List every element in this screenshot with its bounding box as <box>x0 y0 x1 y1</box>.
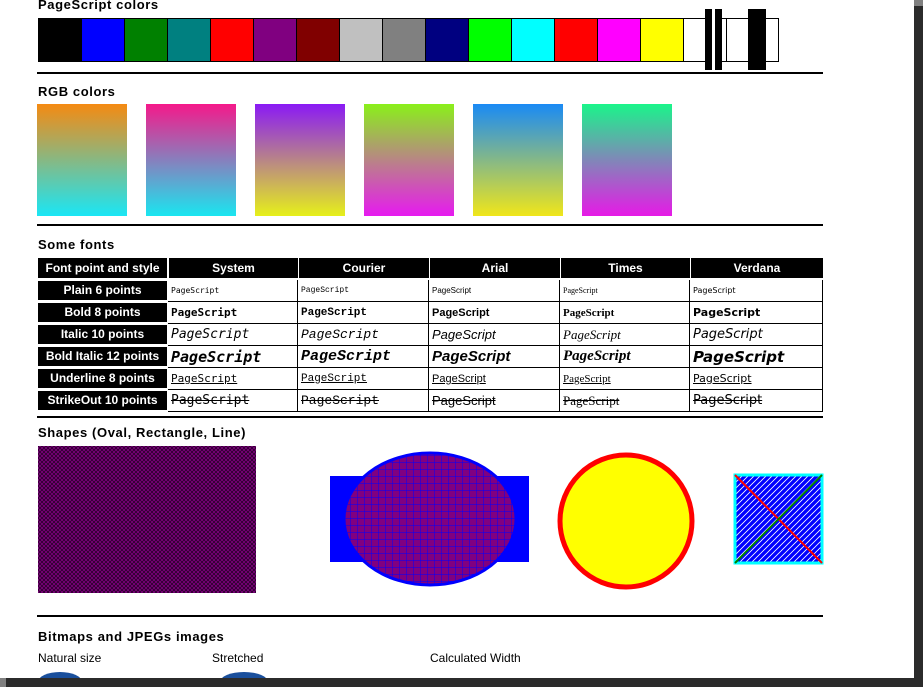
section-divider <box>37 615 823 617</box>
caption-calculated-width: Calculated Width <box>430 651 521 665</box>
image-previews-clipped <box>39 672 266 678</box>
print-preview-page: PageScript colors RGB colors Some fonts … <box>0 0 914 678</box>
yellow-circle <box>557 452 695 590</box>
caption-stretched: Stretched <box>212 651 264 665</box>
crosshatch-square <box>38 446 256 593</box>
caption-natural-size: Natural size <box>38 651 102 665</box>
page-shadow-gap <box>0 678 6 687</box>
grid-oval <box>342 451 518 587</box>
page-shadow-bottom <box>6 678 923 687</box>
shapes-drawing <box>38 446 824 593</box>
section-heading-bitmaps: Bitmaps and JPEGs images <box>38 629 225 644</box>
page-shadow-right <box>914 6 923 687</box>
